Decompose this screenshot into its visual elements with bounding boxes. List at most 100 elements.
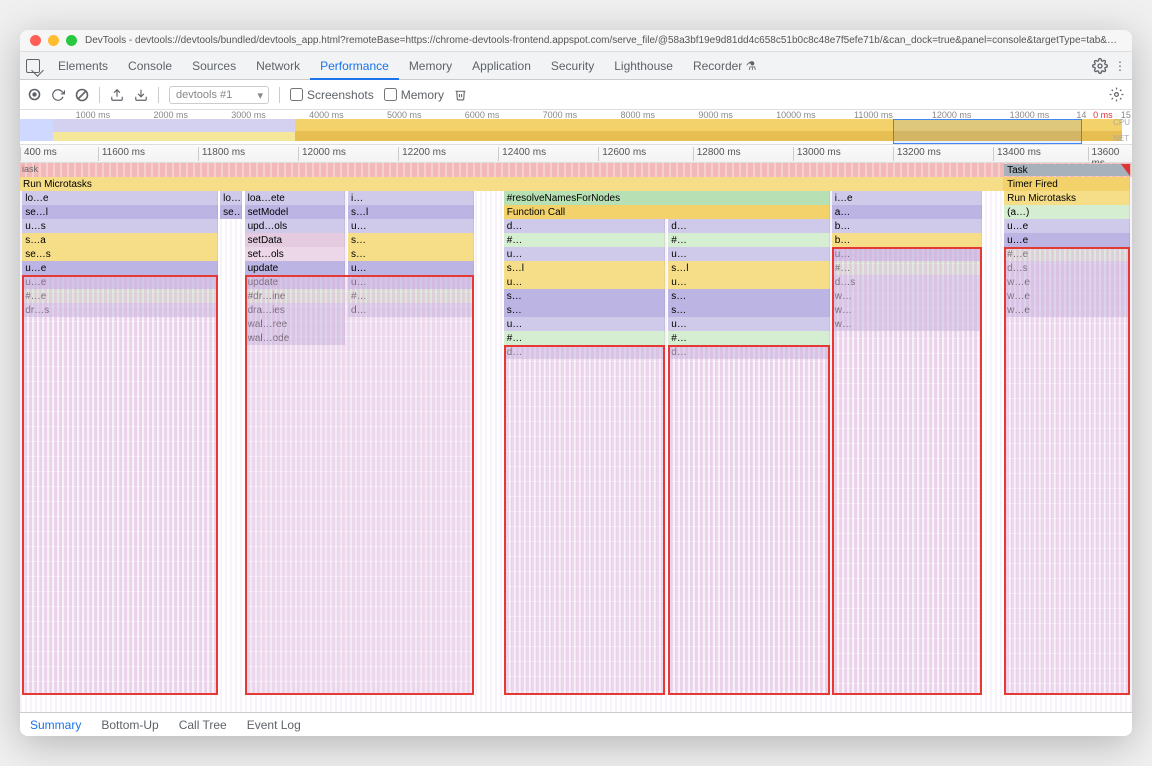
flame-bar[interactable]: se…l <box>220 205 242 219</box>
tab-bottom-up[interactable]: Bottom-Up <box>101 718 158 732</box>
flame-bar[interactable]: u… <box>668 317 829 331</box>
flame-bar[interactable]: u…s <box>22 219 218 233</box>
overview-pane[interactable]: 1000 ms 2000 ms 3000 ms 4000 ms 5000 ms … <box>20 110 1132 145</box>
minimize-icon[interactable] <box>48 35 59 46</box>
task-block[interactable]: Task <box>1004 164 1130 176</box>
flame-bar[interactable]: d…s <box>832 275 982 289</box>
tab-performance[interactable]: Performance <box>310 52 399 80</box>
flame-bar[interactable]: s… <box>504 289 665 303</box>
flame-bar[interactable]: w… <box>832 317 982 331</box>
flame-ruler[interactable]: 400 ms 11600 ms 11800 ms 12000 ms 12200 … <box>20 145 1132 163</box>
flame-bar[interactable]: i… <box>348 191 474 205</box>
flame-bar[interactable]: set…ols <box>245 247 345 261</box>
flame-bar[interactable]: #… <box>348 289 474 303</box>
profile-select[interactable]: devtools #1 <box>169 86 269 104</box>
flame-bar[interactable]: #… <box>832 261 982 275</box>
flame-bar[interactable]: dra…ies <box>245 303 345 317</box>
flame-bar[interactable]: setData <box>245 233 345 247</box>
flame-bar[interactable]: dr…s <box>22 303 218 317</box>
inspect-icon[interactable] <box>26 59 40 73</box>
flame-bar[interactable]: #… <box>668 233 829 247</box>
flame-bar[interactable]: loa…ete <box>245 191 345 205</box>
flame-bar[interactable]: u… <box>504 317 665 331</box>
clear-icon[interactable] <box>75 88 89 102</box>
flame-bar[interactable]: d…s <box>1004 261 1130 275</box>
settings-gear-icon[interactable] <box>1092 58 1108 74</box>
flame-bar[interactable]: b… <box>832 219 982 233</box>
flame-bar[interactable]: u… <box>348 261 474 275</box>
flame-bar[interactable]: #… <box>504 331 665 345</box>
upload-icon[interactable] <box>110 88 124 102</box>
flame-bar[interactable]: u… <box>668 247 829 261</box>
tab-recorder[interactable]: Recorder ⚗ <box>683 52 766 80</box>
flame-bar[interactable]: s… <box>668 289 829 303</box>
flame-bar[interactable]: i…e <box>832 191 982 205</box>
tab-memory[interactable]: Memory <box>399 52 462 80</box>
flame-bar[interactable]: a… <box>832 205 982 219</box>
flame-bar[interactable]: d… <box>668 345 829 359</box>
close-icon[interactable] <box>30 35 41 46</box>
memory-checkbox[interactable]: Memory <box>384 88 444 102</box>
flame-bar[interactable]: u…e <box>22 275 218 289</box>
flame-bar[interactable]: se…l <box>22 205 218 219</box>
resolve-names-bar[interactable]: #resolveNamesForNodes <box>504 191 830 205</box>
record-icon[interactable] <box>28 88 41 101</box>
flame-bar[interactable]: u…e <box>1004 219 1130 233</box>
flame-bar[interactable]: u… <box>504 247 665 261</box>
flame-bar[interactable]: se…s <box>22 247 218 261</box>
flame-bar[interactable]: #dr…ine <box>245 289 345 303</box>
flame-bar[interactable]: d… <box>668 219 829 233</box>
flame-bar[interactable]: s… <box>668 303 829 317</box>
tab-call-tree[interactable]: Call Tree <box>179 718 227 732</box>
tab-lighthouse[interactable]: Lighthouse <box>604 52 683 80</box>
tab-summary[interactable]: Summary <box>30 718 81 732</box>
flame-bar[interactable]: #…e <box>1004 247 1130 261</box>
flame-bar[interactable]: lo…e <box>220 191 242 205</box>
screenshots-checkbox[interactable]: Screenshots <box>290 88 374 102</box>
flame-bar[interactable]: setModel <box>245 205 345 219</box>
flame-bar[interactable]: s… <box>348 233 474 247</box>
flame-bar[interactable]: d… <box>504 219 665 233</box>
reload-icon[interactable] <box>51 88 65 102</box>
flame-bar[interactable]: u… <box>668 275 829 289</box>
function-call-bar[interactable]: Function Call <box>504 205 830 219</box>
flame-bar[interactable]: u…e <box>1004 233 1130 247</box>
flame-bar[interactable]: upd…ols <box>245 219 345 233</box>
flame-bar[interactable]: s…a <box>22 233 218 247</box>
flame-bar[interactable]: d… <box>504 345 665 359</box>
flame-bar[interactable]: s…l <box>504 261 665 275</box>
flame-bar[interactable]: wal…ree <box>245 317 345 331</box>
flame-bar[interactable]: #…e <box>22 289 218 303</box>
capture-settings-gear-icon[interactable] <box>1109 87 1124 102</box>
tab-event-log[interactable]: Event Log <box>247 718 301 732</box>
download-icon[interactable] <box>134 88 148 102</box>
run-microtasks-bar[interactable]: Run Microtasks <box>1004 191 1130 205</box>
flame-bar[interactable]: #… <box>668 331 829 345</box>
tab-sources[interactable]: Sources <box>182 52 246 80</box>
flame-bar[interactable]: w… <box>832 303 982 317</box>
flame-bar[interactable]: s… <box>348 247 474 261</box>
flame-bar[interactable]: u… <box>832 247 982 261</box>
tab-security[interactable]: Security <box>541 52 604 80</box>
maximize-icon[interactable] <box>66 35 77 46</box>
flame-bar[interactable]: s…l <box>348 205 474 219</box>
flame-bar[interactable]: b… <box>832 233 982 247</box>
flame-chart[interactable]: Run Microtasks Timer Fired Run Microtask… <box>20 177 1132 712</box>
flame-bar[interactable]: w…e <box>1004 289 1130 303</box>
flame-bar[interactable]: (a…) <box>1004 205 1130 219</box>
flame-bar[interactable]: s…l <box>668 261 829 275</box>
tab-elements[interactable]: Elements <box>48 52 118 80</box>
flame-bar[interactable]: update <box>245 275 345 289</box>
flame-bar[interactable]: u… <box>504 275 665 289</box>
flame-bar[interactable]: lo…e <box>22 191 218 205</box>
flame-bar[interactable]: w…e <box>1004 275 1130 289</box>
flame-bar[interactable]: w… <box>832 289 982 303</box>
timer-fired-bar[interactable]: Timer Fired <box>1004 177 1130 191</box>
flame-bar[interactable]: u… <box>348 275 474 289</box>
overview-selection[interactable] <box>893 119 1082 144</box>
delete-icon[interactable] <box>454 88 467 101</box>
flame-bar[interactable]: #… <box>504 233 665 247</box>
tab-console[interactable]: Console <box>118 52 182 80</box>
tab-application[interactable]: Application <box>462 52 541 80</box>
more-icon[interactable]: ⋮ <box>1114 59 1126 73</box>
